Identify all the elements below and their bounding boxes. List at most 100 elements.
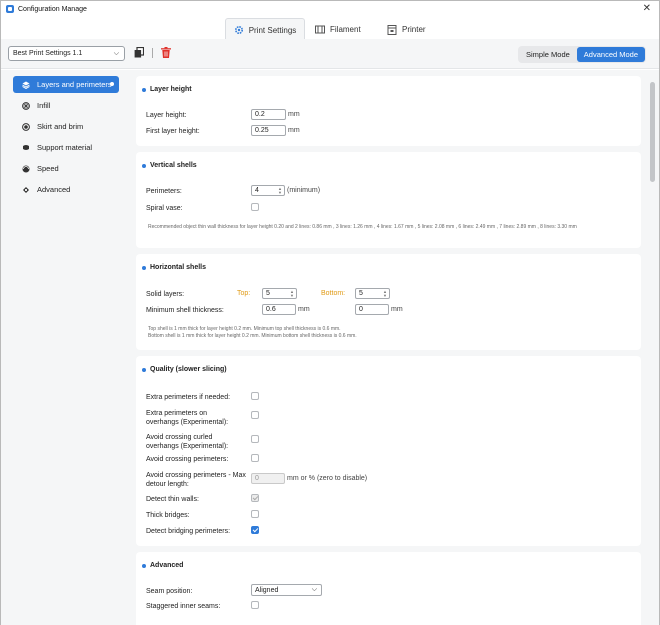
seam-position-dropdown[interactable]: Aligned ⌵ [251,584,322,596]
support-icon [23,144,29,150]
bottom-shell-note: Bottom shell is 1 mm thick for layer hei… [148,333,357,339]
perimeters-unit: (minimum) [287,187,321,194]
sidebar-item-label: Speed [37,164,59,173]
section-quality: Quality (slower slicing) Extra perimeter… [136,356,641,546]
sidebar-item-label: Layers and perimeters [37,80,112,89]
detect-thin-walls-label: Detect thin walls: [146,496,199,503]
section-title: Vertical shells [142,162,197,169]
thick-bridges-label: Thick bridges: [146,512,190,519]
spinner-arrows-icon[interactable]: ▲ ▼ [278,187,282,195]
top-shell-note: Top shell is 1 mm thick for layer height… [148,326,341,332]
delete-preset-button[interactable] [161,47,171,58]
perimeters-label: Perimeters: [146,188,182,195]
window-title: Configuration Manage [18,5,87,13]
layers-icon [22,81,30,89]
sidebar-item-skirt-and-brim[interactable]: Skirt and brim [13,118,119,135]
section-bullet [142,163,146,168]
detect-thin-walls-checkbox[interactable] [251,494,259,502]
section-title: Horizontal shells [142,264,206,271]
close-button[interactable]: ✕ [643,3,651,14]
bottom-label: Bottom: [321,290,346,297]
copy-preset-button[interactable] [134,47,144,58]
advanced-icon [23,186,29,193]
detect-bridging-checkbox[interactable] [251,526,259,534]
toolbar-divider [152,48,153,58]
title-bar: Configuration Manage ✕ [1,1,659,17]
tab-label: Print Settings [248,25,297,35]
unit-label: mm [288,111,300,118]
staggered-seams-checkbox[interactable] [251,601,259,609]
tab-bar: Print Settings Filament Printer [1,17,659,41]
detect-bridging-label: Detect bridging perimeters: [146,528,231,535]
spinner-arrows-icon[interactable]: ▲ ▼ [290,290,294,298]
bottom-layers-spinbox[interactable]: 5 ▲ ▼ [355,288,390,299]
active-indicator [110,82,114,86]
max-detour-input[interactable]: 0 [251,473,285,484]
unit-label: mm [391,306,403,313]
max-detour-unit: mm or % (zero to disable) [287,475,368,482]
extra-perimeters-checkbox[interactable] [251,392,259,400]
avoid-crossing-perimeters-checkbox[interactable] [251,454,259,462]
gear-icon [234,25,243,35]
infill-icon [22,101,30,110]
first-layer-height-label: First layer height: [146,128,200,135]
tab-filament[interactable]: Filament [315,18,361,41]
section-horizontal-shells: Horizontal shells Solid layers: Top: 5 ▲… [136,254,641,350]
top-layers-spinbox[interactable]: 5 ▲ ▼ [262,288,297,299]
seam-position-label: Seam position: [146,588,193,595]
sidebar-item-label: Support material [37,143,93,152]
app-icon [6,5,14,13]
sidebar-item-layers-and-perimeters[interactable]: Layers and perimeters [13,76,119,93]
content-scrollbar[interactable] [648,70,659,625]
section-advanced: Advanced Seam position: Aligned ⌵ Stagge… [136,552,641,625]
section-bullet [142,563,146,568]
settings-content: Layer height Layer height: 0.2 mm First … [127,70,649,625]
sidebar-item-infill[interactable]: Infill [13,97,119,114]
layer-height-input[interactable]: 0.2 [251,109,286,120]
section-vertical-shells: Vertical shells Perimeters: 4 ▲ ▼ (minimu… [136,152,641,248]
simple-mode-button[interactable]: Simple Mode [519,47,577,62]
avoid-curled-overhangs-label: Avoid crossing curled overhangs (Experim… [146,434,229,450]
avoid-curled-overhangs-checkbox[interactable] [251,435,259,443]
configuration-window: Configuration Manage ✕ Print Settings Fi… [0,0,660,625]
sidebar-item-label: Advanced [37,185,71,194]
top-label: Top: [237,290,251,297]
speed-icon [22,165,30,172]
extra-perimeters-label: Extra perimeters if needed: [146,394,231,401]
sidebar-item-support-material[interactable]: Support material [13,139,119,156]
spiral-vase-label: Spiral vase: [146,205,183,212]
extra-perimeters-overhangs-checkbox[interactable] [251,411,259,419]
perimeters-spinbox[interactable]: 4 ▲ ▼ [251,185,285,196]
filament-icon [315,25,325,34]
min-bottom-shell-input[interactable]: 0 [355,304,389,315]
perimeters-value: 4 [255,187,259,194]
unit-label: mm [298,306,310,313]
scrollbar-thumb[interactable] [650,82,655,182]
tab-printer[interactable]: Printer [387,18,426,41]
chevron-down-icon: ⌵ [311,586,317,593]
spinner-arrows-icon[interactable]: ▲ ▼ [383,290,387,298]
min-shell-thickness-label: Minimum shell thickness: [146,307,224,314]
section-title: Layer height [142,86,192,93]
skirt-icon [22,122,30,131]
preset-dropdown[interactable]: Best Print Settings 1.1 ⌵ [8,46,125,61]
tab-print-settings[interactable]: Print Settings [225,18,305,41]
thin-wall-note: Recommended object thin wall thickness f… [148,224,577,230]
min-top-shell-input[interactable]: 0.6 [262,304,296,315]
solid-layers-label: Solid layers: [146,291,185,298]
spiral-vase-checkbox[interactable] [251,203,259,211]
sidebar-item-label: Skirt and brim [37,122,84,131]
section-layer-height: Layer height Layer height: 0.2 mm First … [136,76,641,146]
thick-bridges-checkbox[interactable] [251,510,259,518]
sidebar-item-label: Infill [37,101,51,110]
section-title: Advanced [142,562,183,569]
first-layer-height-input[interactable]: 0.25 [251,125,286,136]
sidebar-item-advanced[interactable]: Advanced [13,181,119,198]
advanced-mode-button[interactable]: Advanced Mode [576,47,645,62]
staggered-seams-label: Staggered inner seams: [146,603,221,610]
max-detour-label: Avoid crossing perimeters - Max detour l… [146,472,246,488]
avoid-crossing-perimeters-label: Avoid crossing perimeters: [146,456,229,463]
sidebar-item-speed[interactable]: Speed [13,160,119,177]
tab-label: Printer [402,25,426,34]
section-bullet [142,265,146,270]
